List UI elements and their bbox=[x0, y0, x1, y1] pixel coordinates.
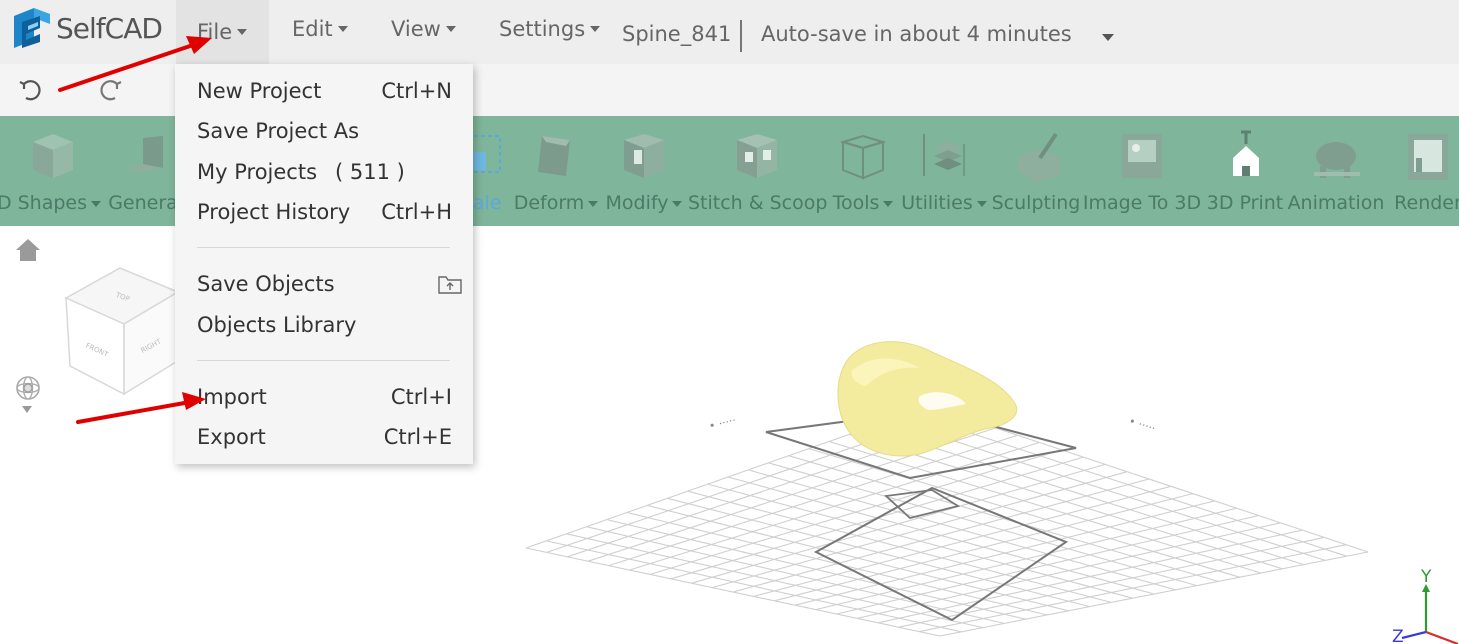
edit-menu-label: Edit bbox=[292, 17, 333, 41]
dimension-right-mark: • ····· bbox=[1127, 414, 1157, 435]
sculpting-icon bbox=[1018, 132, 1060, 182]
title-divider bbox=[740, 20, 742, 52]
chevron-down-icon bbox=[445, 26, 456, 32]
animation-icon bbox=[1314, 142, 1360, 178]
toolbar-item-label: Animation bbox=[1287, 192, 1385, 214]
home-icon[interactable] bbox=[14, 236, 42, 264]
view-cube[interactable]: TOP FRONT RIGHT bbox=[60, 262, 190, 402]
edit-menu[interactable]: Edit bbox=[292, 14, 348, 44]
toolbar-item-render[interactable]: Render bbox=[1388, 116, 1459, 226]
tools-icon bbox=[839, 134, 887, 180]
view-menu[interactable]: View bbox=[391, 14, 456, 44]
export-label: Export bbox=[197, 425, 266, 449]
toolbar-item-image-to-3d[interactable]: Image To 3D bbox=[1082, 116, 1202, 226]
menu-item-objects-library[interactable]: Objects Library bbox=[197, 308, 452, 342]
axis-y-label: Y bbox=[1420, 567, 1432, 587]
file-dropdown-menu: New Project Ctrl+N Save Project As My Pr… bbox=[175, 64, 473, 464]
toolbar-item-label: Image To 3D bbox=[1082, 192, 1202, 214]
save-project-as-label: Save Project As bbox=[197, 119, 360, 143]
chevron-down-icon bbox=[672, 200, 683, 207]
undo-icon[interactable] bbox=[16, 76, 44, 104]
toolbar-item-label: Genera bbox=[108, 192, 178, 214]
toolbar-item-deform[interactable]: Deform bbox=[510, 116, 602, 226]
axis-z-label: Z bbox=[1392, 627, 1404, 644]
autosave-status: Auto-save in about 4 minutes bbox=[761, 22, 1072, 46]
stitch-scoop-icon bbox=[737, 134, 777, 178]
3d-print-icon bbox=[1233, 130, 1259, 176]
top-menu-bar: SelfCAD File Edit View Settings Spine_84… bbox=[0, 0, 1459, 64]
utilities-icon bbox=[923, 134, 965, 176]
menu-item-project-history[interactable]: Project History Ctrl+H bbox=[197, 195, 452, 229]
file-menu[interactable]: File bbox=[176, 0, 269, 64]
project-history-label: Project History bbox=[197, 200, 351, 224]
chevron-down-icon bbox=[237, 29, 248, 35]
save-objects-label: Save Objects bbox=[197, 272, 335, 296]
cube-icon bbox=[33, 134, 73, 178]
menu-item-save-objects[interactable]: Save Objects bbox=[197, 267, 462, 301]
toolbar-item-label: Stitch & Scoop bbox=[688, 192, 828, 214]
image-to-3d-icon bbox=[1122, 134, 1162, 178]
file-menu-label: File bbox=[197, 20, 233, 44]
viewport-3d-scene[interactable]: • ····· • ····· bbox=[500, 300, 1459, 644]
generator-icon bbox=[123, 136, 163, 172]
menu-item-import[interactable]: Import Ctrl+I bbox=[197, 380, 452, 414]
my-projects-count: ( 511 ) bbox=[335, 160, 405, 184]
chevron-down-icon bbox=[337, 26, 348, 32]
project-history-shortcut: Ctrl+H bbox=[381, 200, 452, 224]
chevron-down-icon bbox=[883, 200, 894, 207]
toolbar-item-modify[interactable]: Modify bbox=[602, 116, 686, 226]
deform-icon bbox=[538, 136, 570, 176]
new-project-shortcut: Ctrl+N bbox=[381, 79, 452, 103]
chevron-down-icon bbox=[976, 200, 987, 207]
settings-menu[interactable]: Settings bbox=[499, 14, 601, 44]
import-shortcut: Ctrl+I bbox=[390, 385, 452, 409]
toolbar-item-animation[interactable]: Animation bbox=[1286, 116, 1386, 226]
project-name[interactable]: Spine_841 bbox=[622, 22, 731, 46]
selfcad-logo-icon bbox=[14, 8, 50, 48]
chevron-down-icon bbox=[91, 200, 102, 207]
autosave-dropdown-icon[interactable] bbox=[1102, 34, 1114, 41]
chevron-down-icon bbox=[588, 200, 599, 207]
toolbar-item-label: Deform bbox=[513, 192, 585, 214]
toolbar-item-utilities[interactable]: Utilities bbox=[900, 116, 988, 226]
toolbar-item-cube[interactable]: D Shapes bbox=[0, 116, 104, 226]
settings-menu-label: Settings bbox=[499, 17, 586, 41]
import-label: Import bbox=[197, 385, 267, 409]
menu-separator bbox=[197, 247, 450, 248]
toolbar-item-tools[interactable]: Tools bbox=[828, 116, 898, 226]
objects-library-label: Objects Library bbox=[197, 313, 357, 337]
chevron-down-icon bbox=[590, 26, 601, 32]
new-project-label: New Project bbox=[197, 79, 322, 103]
orbit-dropdown-icon[interactable] bbox=[22, 406, 32, 413]
render-icon bbox=[1408, 134, 1448, 180]
toolbar-item-label: Tools bbox=[832, 192, 880, 214]
my-projects-label: My Projects bbox=[197, 160, 318, 184]
export-shortcut: Ctrl+E bbox=[383, 425, 452, 449]
toolbar-item-label: Utilities bbox=[901, 192, 973, 214]
selfcad-logo[interactable]: SelfCAD bbox=[10, 6, 170, 50]
menu-item-export[interactable]: Export Ctrl+E bbox=[197, 420, 452, 454]
menu-item-save-project-as[interactable]: Save Project As bbox=[197, 114, 452, 148]
toolbar-item-3d-print[interactable]: 3D Print bbox=[1204, 116, 1286, 226]
logo-text: SelfCAD bbox=[56, 11, 163, 45]
toolbar-item-label: D Shapes bbox=[0, 192, 88, 214]
toolbar-item-label: Modify bbox=[605, 192, 669, 214]
toolbar-item-label: 3D Print bbox=[1206, 192, 1284, 214]
toolbar-item-sculpting[interactable]: Sculpting bbox=[990, 116, 1082, 226]
toolbar-item-label: Sculpting bbox=[991, 192, 1081, 214]
orbit-icon[interactable] bbox=[12, 372, 44, 404]
toolbar-item-label: Render bbox=[1394, 192, 1459, 214]
menu-separator bbox=[197, 360, 450, 361]
view-menu-label: View bbox=[391, 17, 441, 41]
toolbar-item-stitch-scoop[interactable]: Stitch & Scoop bbox=[688, 116, 828, 226]
modify-icon bbox=[624, 134, 664, 178]
menu-item-new-project[interactable]: New Project Ctrl+N bbox=[197, 74, 452, 108]
axis-gizmo: Y Z bbox=[1392, 567, 1459, 644]
toolbar-item-generator[interactable]: Genera bbox=[104, 116, 182, 226]
folder-upload-icon bbox=[438, 276, 462, 294]
redo-icon[interactable] bbox=[97, 76, 125, 104]
menu-item-my-projects[interactable]: My Projects ( 511 ) bbox=[197, 155, 452, 189]
dimension-left-mark: • ····· bbox=[708, 414, 738, 433]
